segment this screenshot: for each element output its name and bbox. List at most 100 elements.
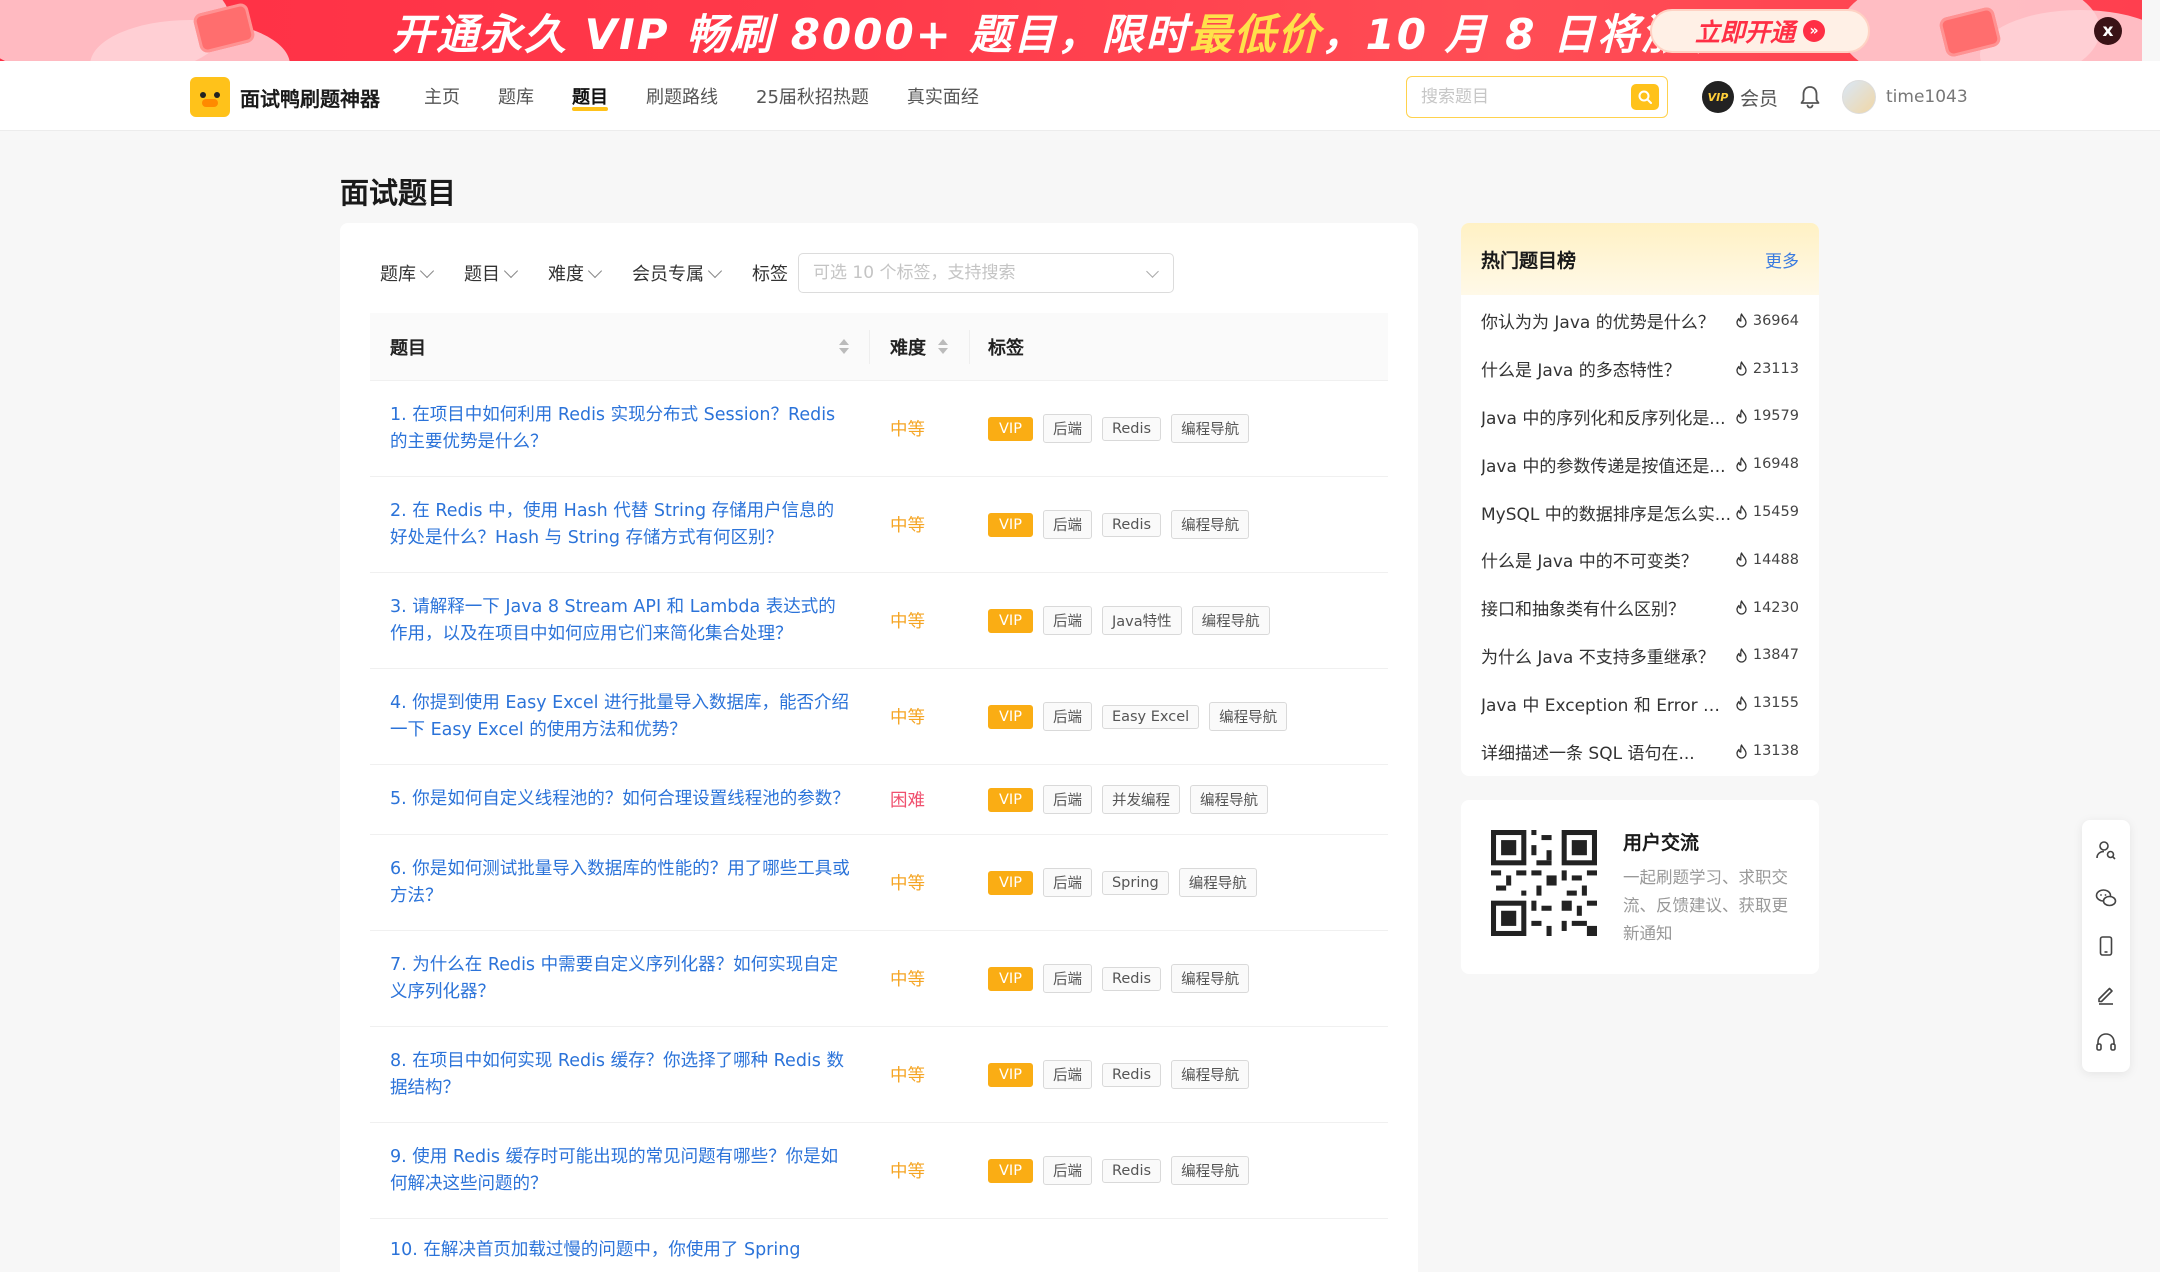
tag-vip[interactable]: VIP [988,608,1033,633]
list-item[interactable]: 接口和抽象类有什么区别？ 14230 [1481,584,1799,632]
table-row[interactable]: 5. 你是如何自定义线程池的？如何合理设置线程池的参数？ 困难 VIP 后端 并… [370,765,1388,835]
tag[interactable]: 后端 [1042,606,1092,635]
filter-question-dropdown[interactable]: 题目 [464,260,519,286]
tag[interactable]: 编程导航 [1171,964,1250,993]
column-header-title[interactable]: 题目 [370,329,870,364]
tag[interactable]: 编程导航 [1191,606,1270,635]
tag[interactable]: 后端 [1042,510,1092,539]
tag[interactable]: 后端 [1042,1060,1092,1089]
tag[interactable]: Redis [1101,1062,1162,1087]
tag-search-input[interactable] [813,263,1133,283]
nav-item-hot-25[interactable]: 25届秋招热题 [756,83,869,109]
tag-vip[interactable]: VIP [988,870,1033,895]
tag[interactable]: Redis [1101,416,1162,441]
customer-service-button[interactable] [2093,1029,2119,1055]
table-row[interactable]: 2. 在 Redis 中，使用 Hash 代替 String 存储用户信息的好处… [370,477,1388,573]
tag[interactable]: Spring [1101,870,1169,895]
list-item[interactable]: MySQL 中的数据排序是怎么实... 15459 [1481,488,1799,536]
nav-item-banks[interactable]: 题库 [498,83,534,109]
list-item[interactable]: Java 中 Exception 和 Error 有... 13155 [1481,679,1799,727]
tag[interactable]: Redis [1101,512,1162,537]
tag[interactable]: 编程导航 [1209,702,1288,731]
tag[interactable]: Redis [1101,966,1162,991]
hot-question-name[interactable]: Java 中 Exception 和 Error 有... [1481,691,1731,716]
search-button[interactable] [1631,84,1659,110]
tag-vip[interactable]: VIP [988,1062,1033,1087]
hot-question-name[interactable]: 详细描述一条 SQL 语句在... [1481,739,1731,764]
open-vip-button[interactable]: 立即开通 » [1650,9,1870,53]
user-menu[interactable]: time1043 [1842,79,1968,115]
question-title-link[interactable]: 3. 请解释一下 Java 8 Stream API 和 Lambda 表达式的… [370,594,870,648]
tag[interactable]: 编程导航 [1189,785,1268,814]
close-promo-button[interactable]: x [2094,17,2122,45]
hot-question-name[interactable]: 什么是 Java 的多态特性？ [1481,356,1731,381]
table-row[interactable]: 3. 请解释一下 Java 8 Stream API 和 Lambda 表达式的… [370,573,1388,669]
tag[interactable]: 后端 [1042,868,1092,897]
question-title-link[interactable]: 7. 为什么在 Redis 中需要自定义序列化器？如何实现自定义序列化器？ [370,952,870,1006]
table-row[interactable]: 8. 在项目中如何实现 Redis 缓存？你选择了哪种 Redis 数据结构？ … [370,1027,1388,1123]
list-item[interactable]: Java 中的序列化和反序列化是... 19579 [1481,393,1799,441]
tag[interactable]: Redis [1101,1158,1162,1183]
tag[interactable]: Java特性 [1101,606,1182,635]
question-title-link[interactable]: 5. 你是如何自定义线程池的？如何合理设置线程池的参数？ [370,786,870,813]
notification-button[interactable] [1798,84,1822,114]
list-item[interactable]: 详细描述一条 SQL 语句在... 13138 [1481,727,1799,775]
filter-member-dropdown[interactable]: 会员专属 [632,260,723,286]
mobile-button[interactable] [2093,933,2119,959]
tag-vip[interactable]: VIP [988,704,1033,729]
question-title-link[interactable]: 9. 使用 Redis 缓存时可能出现的常见问题有哪些？你是如何解决这些问题的？ [370,1144,870,1198]
list-item[interactable]: 你认为为 Java 的优势是什么？ 36964 [1481,297,1799,345]
question-title-link[interactable]: 1. 在项目中如何利用 Redis 实现分布式 Session？Redis 的主… [370,402,870,456]
column-header-difficulty[interactable]: 难度 [870,329,970,364]
tag-vip[interactable]: VIP [988,416,1033,441]
table-row[interactable]: 6. 你是如何测试批量导入数据库的性能的？用了哪些工具或方法？ 中等 VIP 后… [370,835,1388,931]
hot-question-name[interactable]: Java 中的参数传递是按值还是... [1481,452,1731,477]
nav-item-routes[interactable]: 刷题路线 [646,83,718,109]
list-item[interactable]: 为什么 Java 不支持多重继承？ 13847 [1481,632,1799,680]
search-input[interactable] [1421,87,1621,107]
nav-item-questions[interactable]: 题目 [572,83,608,111]
tag-vip[interactable]: VIP [988,1158,1033,1183]
wechat-button[interactable] [2093,885,2119,911]
tag[interactable]: 后端 [1042,414,1092,443]
vip-member-link[interactable]: VIP 会员 [1702,81,1778,113]
hot-question-name[interactable]: 你认为为 Java 的优势是什么？ [1481,308,1731,333]
question-title-link[interactable]: 4. 你提到使用 Easy Excel 进行批量导入数据库，能否介绍一下 Eas… [370,690,870,744]
hot-question-name[interactable]: Java 中的序列化和反序列化是... [1481,404,1731,429]
question-title-link[interactable]: 10. 在解决首页加载过慢的问题中，你使用了 Spring [370,1237,870,1264]
table-row[interactable]: 1. 在项目中如何利用 Redis 实现分布式 Session？Redis 的主… [370,381,1388,477]
tag[interactable]: 后端 [1042,702,1092,731]
tag-vip[interactable]: VIP [988,512,1033,537]
table-row[interactable]: 10. 在解决首页加载过慢的问题中，你使用了 Spring [370,1219,1388,1272]
feedback-button[interactable] [2093,981,2119,1007]
filter-difficulty-dropdown[interactable]: 难度 [548,260,603,286]
tag[interactable]: 后端 [1042,785,1092,814]
question-title-link[interactable]: 6. 你是如何测试批量导入数据库的性能的？用了哪些工具或方法？ [370,856,870,910]
table-row[interactable]: 9. 使用 Redis 缓存时可能出现的常见问题有哪些？你是如何解决这些问题的？… [370,1123,1388,1219]
table-row[interactable]: 4. 你提到使用 Easy Excel 进行批量导入数据库，能否介绍一下 Eas… [370,669,1388,765]
tag[interactable]: 编程导航 [1171,1156,1250,1185]
hot-question-name[interactable]: 什么是 Java 中的不可变类？ [1481,547,1731,572]
question-title-link[interactable]: 8. 在项目中如何实现 Redis 缓存？你选择了哪种 Redis 数据结构？ [370,1048,870,1102]
question-title-link[interactable]: 2. 在 Redis 中，使用 Hash 代替 String 存储用户信息的好处… [370,498,870,552]
tag[interactable]: 编程导航 [1178,868,1257,897]
hot-question-name[interactable]: MySQL 中的数据排序是怎么实... [1481,500,1731,525]
hot-question-name[interactable]: 接口和抽象类有什么区别？ [1481,595,1731,620]
tag[interactable]: 编程导航 [1171,1060,1250,1089]
tag[interactable]: 编程导航 [1171,414,1250,443]
promo-banner[interactable]: 开通永久 VIP 畅刷 8000+ 题目，限时 最低价 ，10 月 8 日将涨价！ … [0,0,2142,61]
table-row[interactable]: 7. 为什么在 Redis 中需要自定义序列化器？如何实现自定义序列化器？ 中等… [370,931,1388,1027]
contact-service-button[interactable] [2093,837,2119,863]
tag[interactable]: Easy Excel [1101,704,1200,729]
hot-question-name[interactable]: 为什么 Java 不支持多重继承？ [1481,643,1731,668]
nav-item-home[interactable]: 主页 [424,83,460,109]
site-logo[interactable]: 面试鸭刷题神器 [190,77,380,117]
tag[interactable]: 后端 [1042,1156,1092,1185]
tag-vip[interactable]: VIP [988,787,1033,812]
more-link[interactable]: 更多 [1765,247,1799,272]
tag[interactable]: 后端 [1042,964,1092,993]
tag[interactable]: 编程导航 [1171,510,1250,539]
tag-vip[interactable]: VIP [988,966,1033,991]
list-item[interactable]: 什么是 Java 中的不可变类？ 14488 [1481,536,1799,584]
list-item[interactable]: 什么是 Java 的多态特性？ 23113 [1481,345,1799,393]
